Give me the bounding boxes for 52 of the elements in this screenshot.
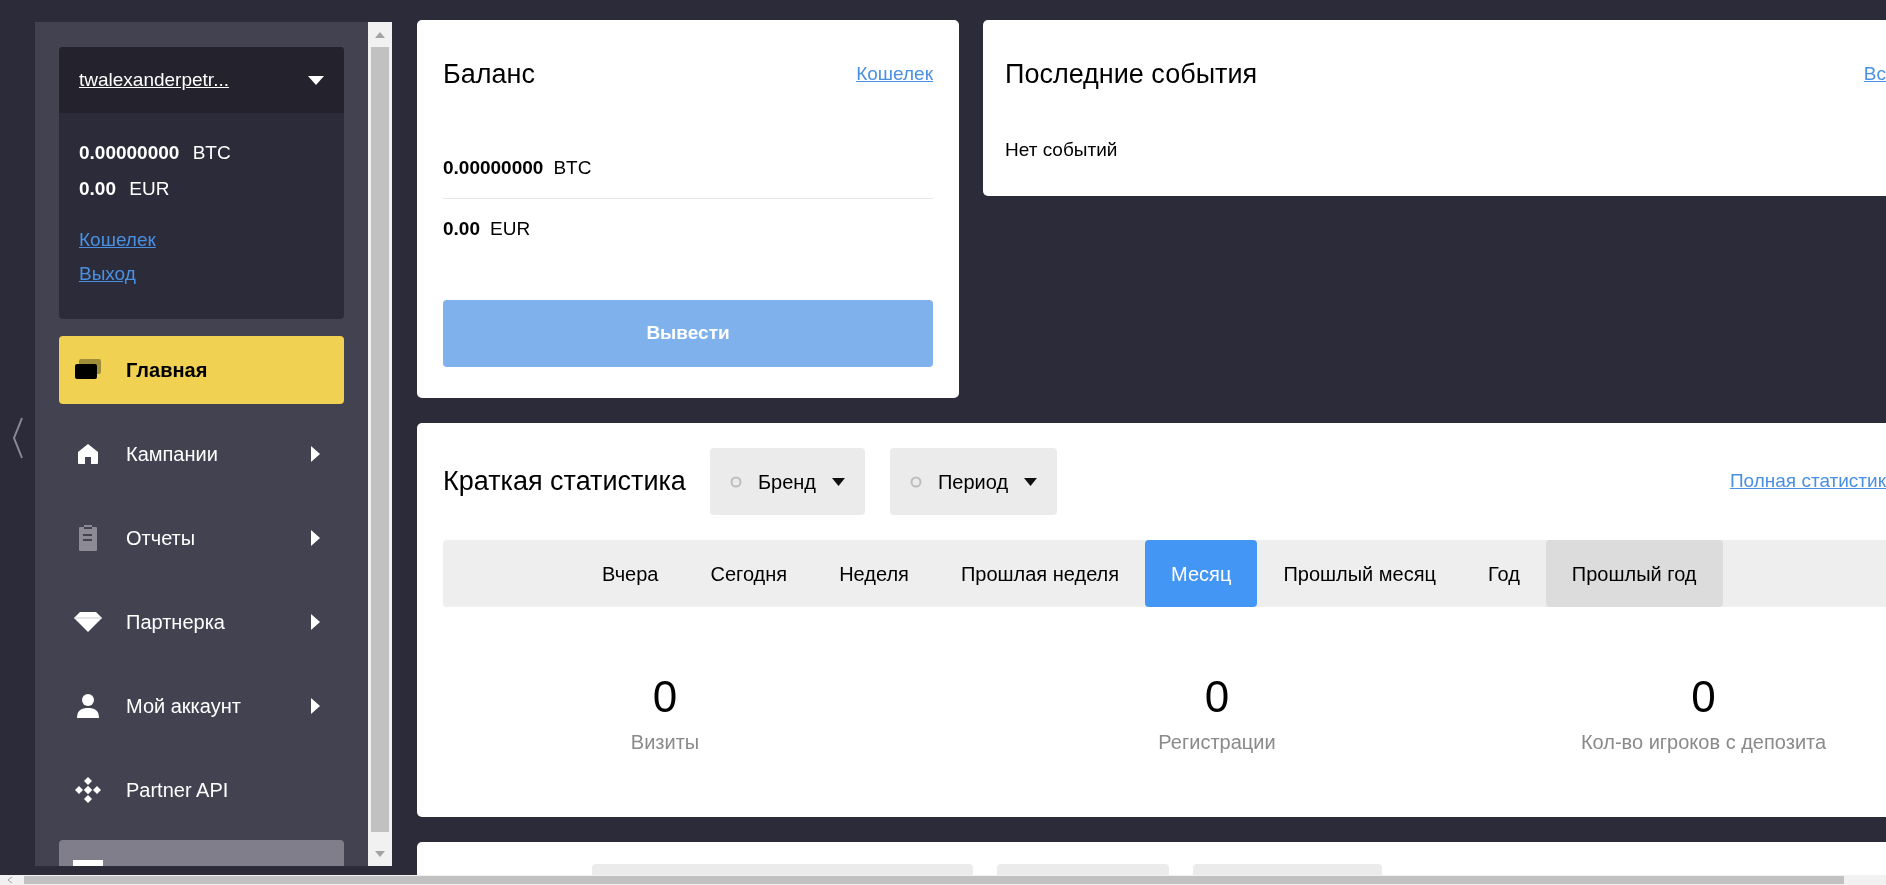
card-title: Краткая статистика — [443, 465, 686, 499]
metric-value: 0 — [1204, 671, 1230, 723]
caret-down-icon — [1024, 477, 1038, 486]
horizontal-scrollbar[interactable] — [0, 875, 1886, 885]
sidebar-link[interactable]: Кошелек — [79, 223, 156, 257]
scrollbar[interactable] — [368, 22, 392, 866]
balance-amount: 0.00 EUR — [79, 177, 171, 201]
menu-item[interactable]: Отчеты — [59, 504, 344, 572]
collapse-chevron-icon[interactable] — [11, 415, 24, 460]
caret-down-icon — [832, 477, 845, 486]
balance-row-text: 0.00 EUR — [443, 217, 532, 242]
account-header[interactable]: twalexanderpetr... — [59, 47, 344, 113]
clipboard-icon — [78, 524, 98, 552]
diamond-icon — [73, 611, 103, 633]
period-tab[interactable]: Прошлая неделя — [934, 540, 1146, 607]
menu-item[interactable]: Кампании — [59, 420, 344, 488]
menu-item[interactable]: Мой аккаунт — [59, 672, 344, 740]
period-tab[interactable]: Год — [1462, 540, 1546, 607]
balance-row: 0.00000000 BTC — [443, 138, 933, 199]
caret-down-icon[interactable] — [308, 75, 324, 85]
radio-icon — [910, 475, 922, 488]
empty-message: Нет событий — [1005, 138, 1119, 162]
account-name[interactable]: twalexanderpetr... — [79, 65, 229, 95]
metric-label: Кол-во игроков с депозита — [1580, 730, 1827, 755]
card-title: Баланс — [443, 57, 535, 91]
metric-label: Визиты — [630, 730, 700, 755]
api-icon — [74, 776, 102, 804]
sidebar-link[interactable]: Выход — [79, 257, 136, 291]
metric-label: Регистрации — [1158, 730, 1276, 755]
menu-item[interactable]: Партнерка — [59, 588, 344, 656]
period-tab[interactable]: Вчера — [576, 540, 685, 607]
filter-dropdown[interactable]: Период — [890, 448, 1058, 515]
period-tab[interactable]: Неделя — [813, 540, 935, 607]
cards-icon — [74, 359, 102, 381]
scrollbar-thumb[interactable] — [24, 876, 1844, 884]
scroll-down-icon[interactable] — [374, 850, 386, 858]
scroll-up-icon[interactable] — [374, 31, 386, 39]
card-title: Последние события — [1005, 57, 1258, 91]
period-tab[interactable]: Прошлый год — [1545, 540, 1723, 607]
filter-dropdown[interactable]: Бренд — [709, 448, 865, 515]
menu-item[interactable]: Partner API — [59, 756, 344, 824]
menu-item[interactable]: Главная — [59, 336, 344, 404]
period-tab[interactable]: Прошлый месяц — [1257, 540, 1462, 607]
radio-icon — [729, 475, 742, 488]
shop-icon — [76, 443, 100, 465]
scroll-left-icon[interactable] — [6, 876, 14, 884]
metric-value: 0 — [1691, 671, 1716, 723]
user-icon — [76, 693, 100, 719]
metric-value: 0 — [652, 671, 678, 723]
scrollbar-thumb[interactable] — [371, 47, 389, 832]
balance-amount: 0.00000000 BTC — [79, 141, 232, 165]
period-tab[interactable]: Сегодня — [684, 540, 814, 607]
